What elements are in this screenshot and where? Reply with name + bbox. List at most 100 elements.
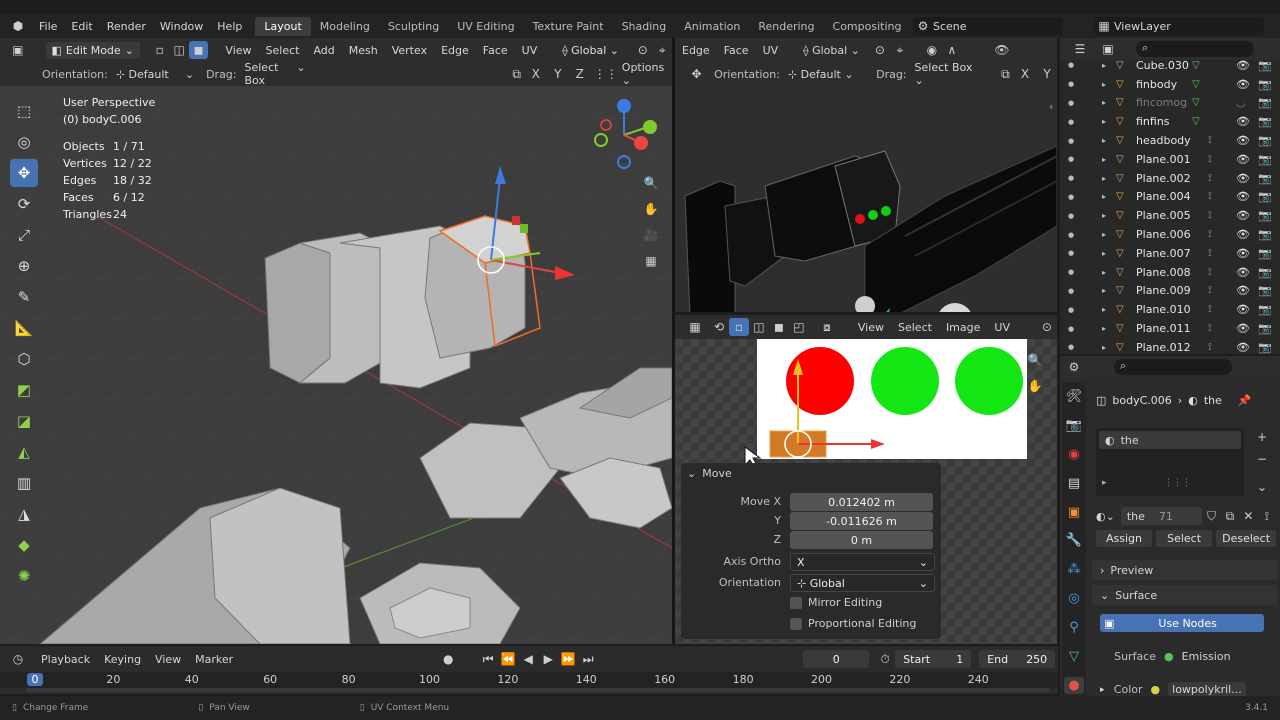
- uv-menu-image[interactable]: Image: [939, 321, 987, 334]
- viewport-menu-add[interactable]: Add: [306, 44, 341, 57]
- assign-button[interactable]: Assign: [1096, 530, 1153, 547]
- outliner-item[interactable]: ● ▸ ▽ Plane.011 ⟟ 👁 📷: [1060, 319, 1280, 338]
- jump-start-icon[interactable]: ⏮: [478, 650, 498, 668]
- bevel-tool-icon[interactable]: ◭: [10, 438, 38, 466]
- surface-section[interactable]: ⌄ Surface: [1092, 585, 1278, 605]
- tab-compositing[interactable]: Compositing: [824, 17, 911, 36]
- pan-hand-icon[interactable]: ✋: [641, 200, 661, 218]
- eye-icon[interactable]: 👁: [1236, 322, 1250, 335]
- auto-merge-icon[interactable]: ⋮⋮: [594, 65, 618, 83]
- uv-menu-view[interactable]: View: [851, 321, 891, 334]
- camera-icon[interactable]: 🎥: [641, 226, 661, 244]
- camera-restrict-icon[interactable]: 📷: [1258, 209, 1272, 222]
- collection-tab-icon[interactable]: ▤: [1064, 475, 1084, 492]
- timeline-menu-view[interactable]: View: [148, 653, 188, 666]
- sticky-select-icon[interactable]: ⧇: [817, 318, 837, 336]
- viewport-menu-edge[interactable]: Edge: [434, 44, 476, 57]
- menu-help[interactable]: Help: [210, 20, 249, 33]
- expand-arrow-icon[interactable]: ▸: [1102, 211, 1106, 220]
- knife-tool-icon[interactable]: ◮: [10, 500, 38, 528]
- menu-render[interactable]: Render: [100, 20, 153, 33]
- outliner-item[interactable]: ● ▸ ▽ finfins ▽ 👁 📷: [1060, 112, 1280, 131]
- timeline-ruler[interactable]: 0 20 40 60 80 100 120 140 160 180 200 220 240: [0, 672, 1058, 688]
- eye-icon[interactable]: 👁: [1236, 341, 1250, 354]
- face-select-icon[interactable]: ◼: [769, 318, 789, 336]
- camera-restrict-icon[interactable]: 📷: [1258, 190, 1272, 203]
- mirror-icon[interactable]: ⧉: [996, 65, 1015, 83]
- timeline-menu-marker[interactable]: Marker: [188, 653, 240, 666]
- move-tool-icon[interactable]: ✥: [10, 159, 38, 187]
- duplicate-icon[interactable]: ⧉: [1221, 507, 1239, 525]
- camera-restrict-icon[interactable]: 📷: [1258, 78, 1272, 91]
- viewport2-menu-uv[interactable]: UV: [756, 44, 786, 57]
- axis-toggle-x[interactable]: X: [526, 65, 546, 83]
- tab-shading[interactable]: Shading: [613, 17, 676, 36]
- properties-editor-icon[interactable]: ⚙: [1064, 358, 1084, 376]
- expand-arrow-icon[interactable]: ▸: [1102, 478, 1107, 488]
- mirror-editing-checkbox[interactable]: Mirror Editing: [790, 596, 882, 609]
- annotate-tool-icon[interactable]: ✎: [10, 283, 38, 311]
- constraints-tab-icon[interactable]: ⚲: [1064, 619, 1084, 636]
- expand-arrow-icon[interactable]: ▸: [1102, 136, 1106, 145]
- expand-arrow-icon[interactable]: ▸: [1102, 305, 1106, 314]
- data-tab-icon[interactable]: ▽: [1064, 648, 1084, 665]
- viewport-menu-uv[interactable]: UV: [515, 44, 545, 57]
- start-frame-field[interactable]: Start 1: [895, 650, 972, 668]
- tab-layout[interactable]: Layout: [255, 16, 311, 36]
- measure-tool-icon[interactable]: 📐: [10, 314, 38, 342]
- vertex-select-icon[interactable]: ▫: [728, 318, 749, 336]
- viewport-menu-mesh[interactable]: Mesh: [342, 44, 385, 57]
- particles-tab-icon[interactable]: ⁂: [1064, 561, 1084, 578]
- expand-arrow-icon[interactable]: ▸: [1102, 98, 1106, 107]
- expand-arrow-icon[interactable]: ▸: [1102, 343, 1106, 352]
- expand-arrow-icon[interactable]: ▸: [1102, 324, 1106, 333]
- transform-tool-icon[interactable]: ⊕: [10, 252, 38, 280]
- proportional-editing-checkbox[interactable]: Proportional Editing: [790, 617, 916, 630]
- tab-uv-editing[interactable]: UV Editing: [448, 17, 523, 36]
- outliner-item[interactable]: ● ▸ ▽ Plane.007 ⟟ 👁 📷: [1060, 244, 1280, 263]
- viewport-menu-face[interactable]: Face: [476, 44, 515, 57]
- loop-cut-tool-icon[interactable]: ▥: [10, 469, 38, 497]
- extrude-tool-icon[interactable]: ◩: [10, 376, 38, 404]
- expand-arrow-icon[interactable]: ▸: [1102, 174, 1106, 183]
- tab-sculpting[interactable]: Sculpting: [379, 17, 448, 36]
- timeline-scrollbar[interactable]: [26, 688, 1050, 692]
- snap-icon[interactable]: ⌖: [652, 41, 672, 59]
- rotate-tool-icon[interactable]: ⟳: [10, 190, 38, 218]
- color-value[interactable]: lowpolykril...: [1168, 682, 1246, 697]
- options-dropdown[interactable]: Options ⌄: [622, 61, 672, 87]
- scene-selector[interactable]: ⚙ Scene: [913, 17, 1063, 35]
- camera-restrict-icon[interactable]: 📷: [1258, 228, 1272, 241]
- uv-editor-icon[interactable]: ▦: [685, 318, 705, 336]
- eye-icon[interactable]: 👁: [1236, 115, 1250, 128]
- eye-closed-icon[interactable]: ◡: [1236, 96, 1246, 109]
- edge-select-icon[interactable]: ◫: [169, 41, 189, 59]
- fake-user-icon[interactable]: ⛉: [1202, 507, 1220, 525]
- timeline-editor-icon[interactable]: ◷: [8, 650, 28, 668]
- unlink-icon[interactable]: ✕: [1239, 507, 1257, 525]
- falloff-icon[interactable]: ∧: [942, 41, 962, 59]
- viewport-menu-vertex[interactable]: Vertex: [385, 44, 434, 57]
- outliner-item[interactable]: ● ▸ ▽ headbody ⟟ 👁 📷: [1060, 131, 1280, 150]
- eye-icon[interactable]: 👁: [1236, 78, 1250, 91]
- pivot-icon[interactable]: ⊙: [633, 41, 653, 59]
- drag-dropdown-2[interactable]: Select Box ⌄: [915, 61, 982, 87]
- mode-selector[interactable]: ◧ Edit Mode ⌄: [45, 41, 140, 59]
- deselect-button[interactable]: Deselect: [1216, 530, 1277, 547]
- transform-orientation[interactable]: ⟠ Global ⌄: [556, 41, 625, 59]
- drag-handle-icon[interactable]: ⋮⋮⋮: [1164, 478, 1191, 488]
- prev-keyframe-icon[interactable]: ⏪: [498, 650, 518, 668]
- remove-slot-icon[interactable]: −: [1252, 450, 1272, 468]
- poly-build-tool-icon[interactable]: ◆: [10, 531, 38, 559]
- outliner-item[interactable]: ● ▸ ▽ Plane.010 ⟟ 👁 📷: [1060, 300, 1280, 319]
- pivot-icon[interactable]: ⊙: [870, 41, 890, 59]
- eye-icon[interactable]: 👁: [1236, 134, 1250, 147]
- surface-value[interactable]: Emission: [1182, 650, 1231, 663]
- node-link-icon[interactable]: ⟟: [1258, 507, 1276, 525]
- orientation-panel-dropdown[interactable]: ⊹ Global ⌄: [790, 574, 935, 592]
- expand-arrow-icon[interactable]: ▸: [1102, 230, 1106, 239]
- cursor-tool-icon[interactable]: ◎: [10, 128, 38, 156]
- move-z-field[interactable]: 0 m: [790, 531, 933, 549]
- axis-toggle-y[interactable]: Y: [548, 65, 568, 83]
- proportional-icon[interactable]: ◉: [922, 41, 942, 59]
